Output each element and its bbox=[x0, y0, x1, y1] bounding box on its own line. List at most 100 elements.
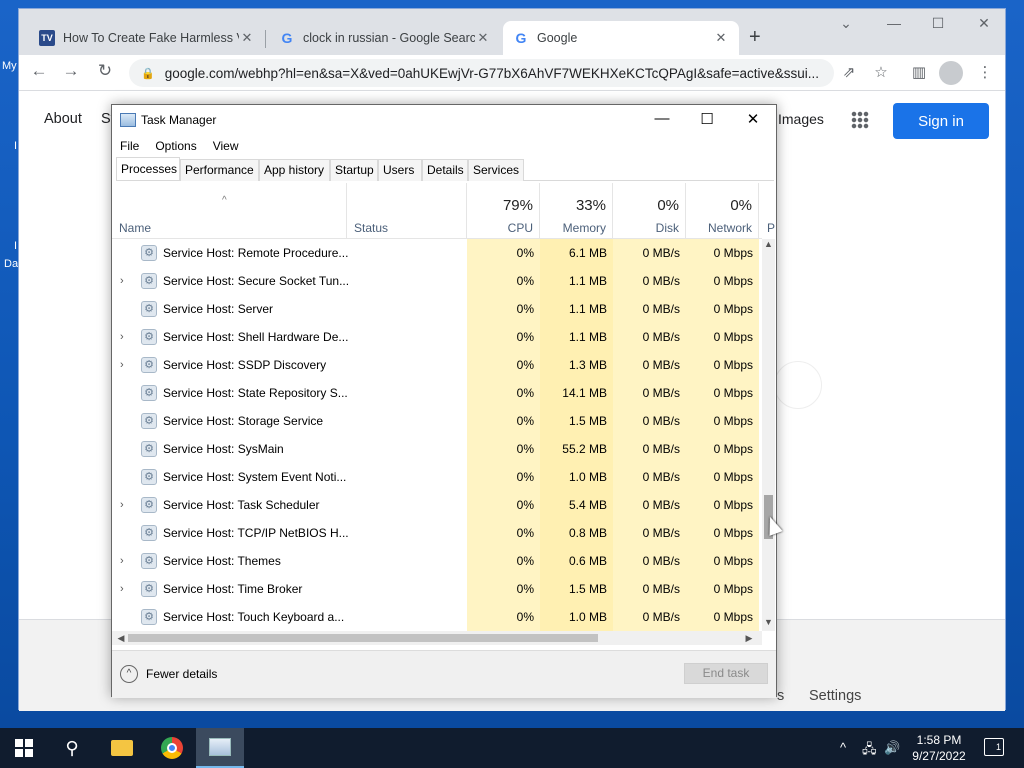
maximize-icon[interactable]: ☐ bbox=[692, 110, 722, 130]
settings-link[interactable]: Settings bbox=[809, 688, 861, 704]
scrollbar-thumb[interactable] bbox=[128, 634, 598, 642]
bookmark-star-icon[interactable]: ☆ bbox=[871, 63, 891, 81]
footer-link-partial[interactable]: s bbox=[777, 688, 784, 704]
process-row[interactable]: ⚙ Service Host: System Event Noti... 0% 1.0… bbox=[112, 463, 762, 491]
chrome-icon[interactable] bbox=[148, 728, 196, 768]
minimize-icon[interactable]: — bbox=[647, 110, 677, 130]
column-disk[interactable]: 0% Disk bbox=[613, 183, 686, 239]
close-icon[interactable]: ✕ bbox=[738, 110, 768, 130]
process-name-cell: ⚙ Service Host: State Repository S... bbox=[112, 379, 348, 407]
start-button[interactable] bbox=[0, 728, 48, 768]
lens-icon[interactable] bbox=[774, 361, 822, 409]
process-name: Service Host: TCP/IP NetBIOS H... bbox=[163, 526, 348, 540]
process-row[interactable]: ⚙ Service Host: Touch Keyboard a... 0% 1.0 … bbox=[112, 603, 762, 631]
close-icon[interactable]: ✕ bbox=[969, 15, 999, 32]
forward-icon[interactable]: → bbox=[59, 61, 83, 81]
browser-tab-2[interactable]: G clock in russian - Google Search ✕ bbox=[269, 21, 501, 55]
process-row[interactable]: › ⚙ Service Host: Shell Hardware De... 0% 1.… bbox=[112, 323, 762, 351]
reload-icon[interactable]: ↻ bbox=[93, 61, 117, 81]
process-row[interactable]: › ⚙ Service Host: Secure Socket Tun... 0% 1.… bbox=[112, 267, 762, 295]
file-explorer-icon[interactable] bbox=[98, 728, 146, 768]
apps-grid-icon[interactable] bbox=[851, 111, 869, 129]
profile-avatar[interactable] bbox=[939, 61, 963, 85]
tab-performance[interactable]: Performance bbox=[180, 159, 259, 181]
column-cpu[interactable]: 79% CPU bbox=[467, 183, 540, 239]
tab-app-history[interactable]: App history bbox=[259, 159, 330, 181]
back-icon[interactable]: ← bbox=[27, 61, 51, 81]
fewer-details-button[interactable]: ^ Fewer details bbox=[120, 665, 217, 683]
close-tab-icon[interactable]: ✕ bbox=[713, 30, 729, 46]
column-memory[interactable]: 33% Memory bbox=[540, 183, 613, 239]
network-cell: 0 Mbps bbox=[686, 351, 759, 379]
horizontal-scrollbar[interactable]: ◀ ▶ bbox=[112, 631, 762, 645]
scroll-left-icon[interactable]: ◀ bbox=[114, 631, 128, 645]
tab-details[interactable]: Details bbox=[422, 159, 468, 181]
fewer-details-label: Fewer details bbox=[146, 667, 218, 681]
vertical-scrollbar[interactable]: ▲ ▼ bbox=[762, 239, 775, 631]
process-row[interactable]: › ⚙ Service Host: Themes 0% 0.6 MB 0 MB/s 0 Mb… bbox=[112, 547, 762, 575]
tab-users[interactable]: Users bbox=[378, 159, 422, 181]
images-link[interactable]: Images bbox=[778, 111, 824, 127]
notification-center-icon[interactable]: 1 bbox=[984, 738, 1004, 756]
task-manager-taskbar-icon[interactable] bbox=[196, 728, 244, 768]
process-row[interactable]: › ⚙ Service Host: Time Broker 0% 1.5 MB 0 MB/… bbox=[112, 575, 762, 603]
more-menu-icon[interactable]: ⋮ bbox=[975, 63, 995, 81]
close-tab-icon[interactable]: ✕ bbox=[475, 30, 491, 46]
title-bar[interactable]: Task Manager — ☐ ✕ bbox=[112, 105, 776, 135]
google-icon: G bbox=[515, 30, 527, 46]
side-panel-icon[interactable]: ▥ bbox=[909, 63, 929, 81]
search-icon[interactable]: ⚲ bbox=[48, 728, 96, 768]
column-network[interactable]: 0% Network bbox=[686, 183, 759, 239]
share-icon[interactable]: ⇗ bbox=[839, 63, 859, 81]
new-tab-button[interactable]: + bbox=[749, 26, 761, 49]
scroll-down-icon[interactable]: ▼ bbox=[762, 617, 775, 631]
process-row[interactable]: ⚙ Service Host: Storage Service 0% 1.5 MB 0 … bbox=[112, 407, 762, 435]
maximize-icon[interactable]: ☐ bbox=[923, 15, 953, 32]
about-link[interactable]: About bbox=[44, 111, 82, 127]
expand-chevron-icon[interactable]: › bbox=[120, 323, 130, 351]
menu-options[interactable]: Options bbox=[147, 135, 204, 157]
process-row[interactable]: ⚙ Service Host: Remote Procedure... 0% 6.1 … bbox=[112, 239, 762, 267]
desktop-label-2[interactable]: I bbox=[14, 240, 17, 252]
minimize-icon[interactable]: — bbox=[879, 15, 909, 31]
process-row[interactable]: ⚙ Service Host: SysMain 0% 55.2 MB 0 MB/s 0 M… bbox=[112, 435, 762, 463]
process-row[interactable]: ⚙ Service Host: Server 0% 1.1 MB 0 MB/s 0 Mbp… bbox=[112, 295, 762, 323]
sign-in-button[interactable]: Sign in bbox=[893, 103, 989, 139]
cpu-cell: 0% bbox=[467, 295, 540, 323]
process-row[interactable]: › ⚙ Service Host: Task Scheduler 0% 5.4 MB 0 … bbox=[112, 491, 762, 519]
close-tab-icon[interactable]: ✕ bbox=[239, 30, 255, 46]
desktop-label-my[interactable]: My bbox=[2, 60, 17, 72]
column-status[interactable]: Status bbox=[347, 183, 467, 239]
process-row[interactable]: ⚙ Service Host: State Repository S... 0% 14… bbox=[112, 379, 762, 407]
scroll-up-icon[interactable]: ▲ bbox=[762, 239, 775, 253]
process-row[interactable]: › ⚙ Service Host: SSDP Discovery 0% 1.3 MB 0 … bbox=[112, 351, 762, 379]
expand-chevron-icon[interactable]: › bbox=[120, 267, 130, 295]
expand-chevron-icon[interactable]: › bbox=[120, 491, 130, 519]
browser-tab-1[interactable]: TV How To Create Fake Harmless Vi ✕ bbox=[29, 21, 265, 55]
desktop-label-da[interactable]: Da bbox=[4, 258, 18, 270]
network-icon[interactable]: 🖧 bbox=[862, 740, 877, 762]
cpu-cell: 0% bbox=[467, 407, 540, 435]
expand-chevron-icon[interactable]: › bbox=[120, 575, 130, 603]
address-bar[interactable]: 🔒 google.com/webhp?hl=en&sa=X&ved=0ahUKE… bbox=[129, 59, 834, 87]
volume-icon[interactable]: 🔊 bbox=[884, 740, 900, 756]
menu-view[interactable]: View bbox=[205, 135, 247, 157]
browser-tab-3[interactable]: G Google ✕ bbox=[503, 21, 739, 55]
menu-file[interactable]: File bbox=[112, 135, 147, 157]
task-manager-icon bbox=[120, 113, 136, 127]
tab-search-icon[interactable]: ⌄ bbox=[831, 15, 861, 32]
column-name[interactable]: ^ Name bbox=[112, 183, 347, 239]
show-hidden-icons-icon[interactable]: ^ bbox=[840, 740, 846, 755]
desktop-label-1[interactable]: I bbox=[14, 140, 17, 152]
system-clock[interactable]: 1:58 PM 9/27/2022 bbox=[904, 732, 974, 764]
process-row[interactable]: ⚙ Service Host: TCP/IP NetBIOS H... 0% 0.8 … bbox=[112, 519, 762, 547]
scroll-right-icon[interactable]: ▶ bbox=[742, 631, 756, 645]
column-power[interactable]: P bbox=[759, 183, 775, 239]
lock-icon[interactable]: 🔒 bbox=[141, 67, 155, 80]
expand-chevron-icon[interactable]: › bbox=[120, 547, 130, 575]
tab-services[interactable]: Services bbox=[468, 159, 524, 181]
end-task-button[interactable]: End task bbox=[684, 663, 768, 684]
tab-processes[interactable]: Processes bbox=[116, 157, 180, 180]
tab-startup[interactable]: Startup bbox=[330, 159, 378, 181]
expand-chevron-icon[interactable]: › bbox=[120, 351, 130, 379]
